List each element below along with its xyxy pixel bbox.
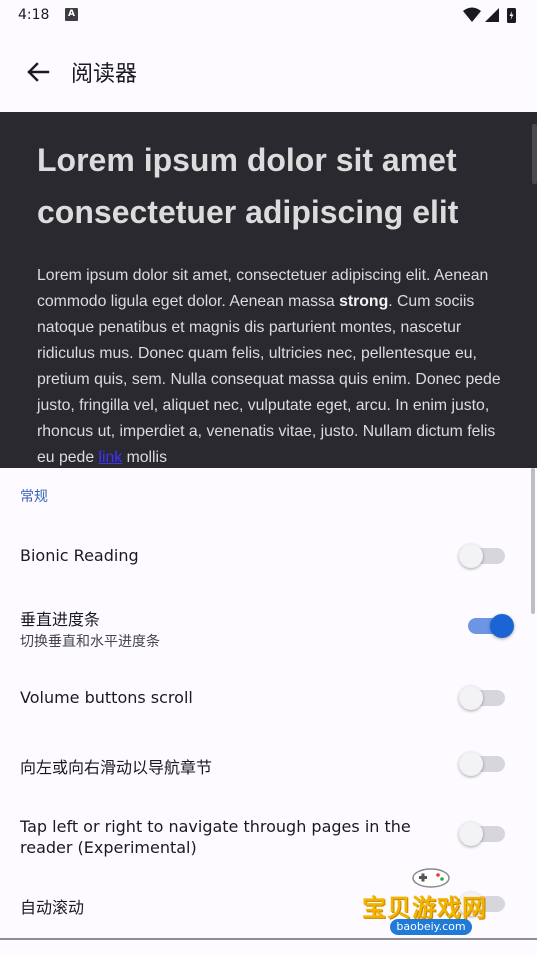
preview-strong-text: strong — [339, 293, 389, 310]
preview-heading: Lorem ipsum dolor sit amet consectetuer … — [37, 142, 459, 230]
watermark-text: 宝贝游戏网 — [362, 894, 487, 922]
setting-label: Volume buttons scroll — [20, 688, 193, 707]
preview-scrollbar[interactable] — [532, 124, 537, 184]
setting-label: Tap left or right to navigate through pa… — [20, 817, 411, 857]
notification-icon: A — [65, 8, 78, 21]
reader-preview: Lorem ipsum dolor sit amet consectetuer … — [0, 112, 537, 468]
back-button[interactable] — [20, 54, 56, 90]
app-bar: 阅读器 — [0, 32, 537, 112]
settings-scrollbar[interactable] — [531, 468, 535, 614]
swipe-navigate-chapters-toggle[interactable] — [459, 752, 505, 776]
setting-label: 自动滚动 — [20, 898, 85, 917]
gamepad-icon — [412, 868, 450, 888]
volume-buttons-scroll-toggle[interactable] — [459, 686, 505, 710]
tap-navigate-pages-toggle[interactable] — [459, 822, 505, 846]
setting-tap-navigate-pages[interactable]: Tap left or right to navigate through pa… — [0, 804, 537, 864]
signal-icon — [485, 8, 499, 22]
section-header-general: 常规 — [20, 489, 48, 505]
vertical-progress-bar-toggle[interactable] — [468, 614, 514, 638]
status-bar: 4:18 A — [0, 0, 537, 32]
setting-swipe-navigate-chapters[interactable]: 向左或向右滑动以导航章节 — [0, 738, 537, 790]
setting-label: 向左或向右滑动以导航章节 — [20, 758, 213, 777]
arrow-back-icon — [27, 62, 50, 82]
bionic-reading-toggle[interactable] — [459, 544, 505, 568]
preview-link[interactable]: link — [99, 449, 123, 466]
setting-vertical-progress-bar[interactable]: 垂直进度条 切换垂直和水平进度条 — [0, 596, 537, 656]
setting-label: Bionic Reading — [20, 546, 139, 565]
preview-text: . Cum sociis natoque penatibus et magnis… — [37, 293, 501, 466]
setting-sublabel: 切换垂直和水平进度条 — [20, 634, 160, 650]
setting-bionic-reading[interactable]: Bionic Reading — [0, 530, 537, 582]
wifi-icon — [463, 7, 481, 22]
status-time: 4:18 — [18, 7, 50, 23]
preview-text: mollis — [122, 449, 167, 466]
preview-body: Lorem ipsum dolor sit amet, consectetuer… — [37, 263, 507, 468]
page-title: 阅读器 — [71, 62, 138, 87]
watermark-url: baobeiy.com — [390, 919, 472, 935]
setting-label: 垂直进度条 — [20, 610, 101, 629]
watermark-logo: 宝贝游戏网 baobeiy.com — [356, 864, 506, 946]
status-icons — [463, 7, 516, 23]
setting-volume-buttons-scroll[interactable]: Volume buttons scroll — [0, 672, 537, 724]
